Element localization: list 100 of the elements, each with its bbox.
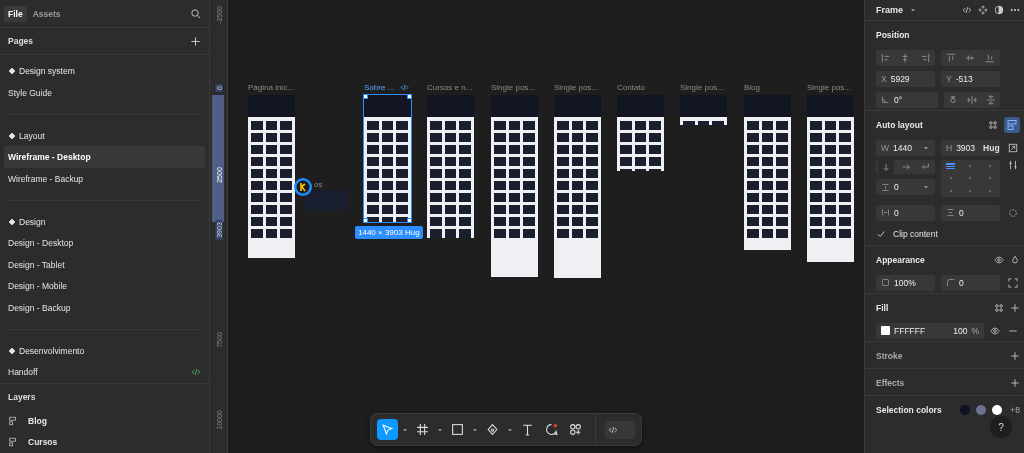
- frame-thumbnail[interactable]: [364, 95, 411, 222]
- transform-group[interactable]: [944, 91, 1000, 108]
- comment-icon: [545, 423, 558, 436]
- width-field[interactable]: W 1440: [876, 139, 935, 156]
- section-label: Design system: [19, 66, 75, 77]
- plus-icon[interactable]: [1010, 302, 1020, 313]
- frame-thumbnail[interactable]: [744, 95, 791, 250]
- code-icon: [400, 83, 409, 92]
- frame-label[interactable]: Contato: [617, 83, 646, 92]
- grid-icon[interactable]: [994, 302, 1004, 313]
- x-field[interactable]: X 5929: [876, 70, 935, 87]
- dashed-circle-icon[interactable]: [1008, 207, 1018, 218]
- y-field[interactable]: Y -513: [941, 70, 1000, 87]
- frame-label[interactable]: Página inic...: [248, 83, 294, 92]
- frame-thumbnail[interactable]: [305, 190, 347, 211]
- panel-tab[interactable]: Assets: [28, 5, 65, 22]
- more-colors-count[interactable]: +8: [1010, 404, 1020, 415]
- auto-layout-button[interactable]: [1004, 116, 1020, 133]
- eye-icon[interactable]: [994, 254, 1004, 265]
- arrow-down-icon: [880, 162, 891, 172]
- code-icon: [608, 424, 618, 435]
- align-hcenter-icon[interactable]: [900, 52, 911, 63]
- layer-item[interactable]: Cursos: [28, 437, 58, 448]
- page-item[interactable]: Design - Tablet: [4, 253, 205, 276]
- component-icon[interactable]: [978, 5, 988, 15]
- page-item[interactable]: Design - Backup: [4, 296, 205, 319]
- frame-thumbnail[interactable]: [554, 95, 601, 278]
- grid-icon[interactable]: [988, 119, 998, 130]
- align-horizontal-group[interactable]: [876, 49, 935, 66]
- align-right-icon[interactable]: [920, 52, 931, 63]
- rotate-icon[interactable]: [948, 94, 959, 105]
- diamond-icon: [8, 217, 16, 226]
- layers-heading: Layers: [8, 392, 36, 403]
- drop-icon[interactable]: [1010, 254, 1020, 265]
- fill-field[interactable]: FFFFFF 100 %: [876, 322, 984, 339]
- help-button[interactable]: ?: [990, 416, 1012, 438]
- caret-icon[interactable]: [909, 6, 917, 14]
- layer-icon: [8, 437, 18, 448]
- frame-thumbnail[interactable]: [617, 95, 664, 171]
- layer-item[interactable]: Blog: [28, 415, 47, 426]
- frame-thumbnail[interactable]: [248, 95, 295, 258]
- section-label: Desenvolvimento: [19, 345, 85, 356]
- panel-tab[interactable]: File: [4, 5, 27, 22]
- opacity-field[interactable]: 100%: [876, 274, 935, 291]
- rotation-field[interactable]: 0°: [876, 91, 938, 108]
- page-item[interactable]: Handoff: [4, 361, 205, 383]
- add-page-icon[interactable]: [190, 35, 201, 47]
- gap-field[interactable]: 0: [876, 179, 935, 195]
- color-dot[interactable]: [960, 404, 971, 415]
- frame-label[interactable]: Single pos...: [491, 83, 536, 92]
- square-icon: [451, 423, 464, 436]
- search-icon[interactable]: [190, 8, 201, 20]
- vertical-padding-field[interactable]: 0: [941, 204, 1000, 221]
- resize-icon[interactable]: [1008, 142, 1018, 153]
- dev-mode-toggle[interactable]: [605, 420, 635, 439]
- page-item[interactable]: Wireframe - Backup: [4, 167, 205, 190]
- page-item[interactable]: Design - Mobile: [4, 275, 205, 297]
- frame-label[interactable]: Single pos...: [554, 83, 599, 92]
- page-item[interactable]: Style Guide: [4, 81, 205, 104]
- auto-layout-icon: [1006, 118, 1018, 131]
- height-field[interactable]: H 3903 Hug: [941, 139, 1000, 156]
- sliders-icon[interactable]: [1008, 160, 1018, 170]
- horizontal-padding-icon: [881, 208, 890, 217]
- section-title: Selection colors: [876, 404, 942, 415]
- color-dot[interactable]: [992, 404, 1003, 415]
- color-swatch[interactable]: [881, 326, 890, 335]
- contrast-icon[interactable]: [994, 5, 1004, 15]
- corner-radius-field[interactable]: 0: [941, 274, 1000, 291]
- eye-icon[interactable]: [990, 325, 1000, 336]
- selection-type[interactable]: Frame: [876, 5, 903, 15]
- plus-icon[interactable]: [1010, 377, 1020, 388]
- flip-horizontal-icon[interactable]: [967, 94, 977, 105]
- frame-label[interactable]: Single pos...: [807, 83, 852, 92]
- frame-thumbnail[interactable]: [807, 95, 854, 262]
- checkbox-label: Clip content: [893, 229, 938, 239]
- plus-icon[interactable]: [1010, 350, 1020, 361]
- section-title: Fill: [876, 302, 889, 313]
- color-dot[interactable]: [976, 404, 987, 415]
- frame-label[interactable]: Single pos...: [680, 83, 725, 92]
- frame-label[interactable]: Sobre ...: [364, 83, 395, 92]
- frame-thumbnail[interactable]: [680, 95, 727, 125]
- align-top-icon[interactable]: [945, 52, 956, 63]
- code-icon[interactable]: [962, 5, 972, 15]
- align-left-icon[interactable]: [880, 52, 891, 63]
- frame-thumbnail[interactable]: [491, 95, 538, 277]
- align-vertical-group[interactable]: [941, 49, 1000, 66]
- frame-label[interactable]: Cursos e n...: [427, 83, 473, 92]
- frame-label[interactable]: Blog: [744, 83, 760, 92]
- frame-thumbnail[interactable]: [427, 95, 474, 238]
- avatar-icon[interactable]: [293, 177, 313, 197]
- page-item[interactable]: Wireframe - Desktop: [4, 146, 205, 168]
- align-bottom-icon[interactable]: [985, 52, 996, 63]
- corners-icon[interactable]: [1008, 277, 1018, 288]
- caret-icon: [922, 183, 930, 191]
- page-item[interactable]: Design - Desktop: [4, 232, 205, 254]
- flip-vertical-icon[interactable]: [985, 94, 996, 105]
- horizontal-padding-field[interactable]: 0: [876, 204, 935, 221]
- checkbox[interactable]: [876, 229, 886, 239]
- section-title: Stroke: [876, 350, 903, 361]
- tool-button[interactable]: [377, 419, 409, 440]
